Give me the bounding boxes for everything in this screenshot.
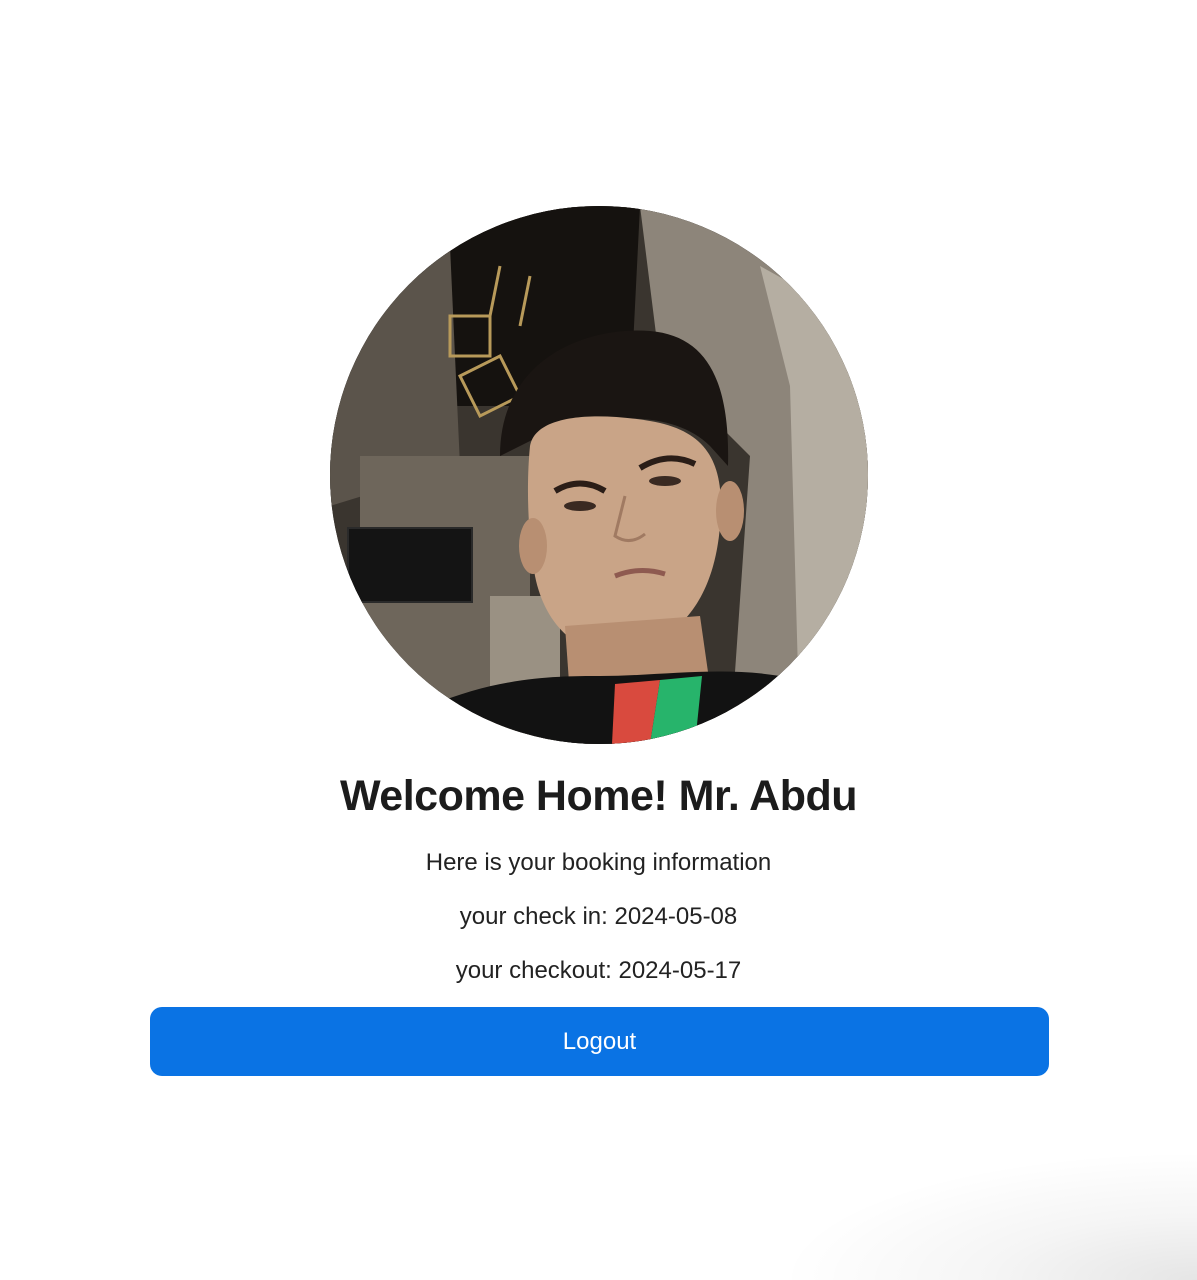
profile-page: Welcome Home! Mr. Abdu Here is your book… xyxy=(0,0,1197,1280)
booking-intro-text: Here is your booking information xyxy=(425,849,772,876)
user-photo-avatar xyxy=(330,206,868,744)
page-title: Welcome Home! Mr. Abdu xyxy=(339,772,858,820)
corner-shadow-decoration xyxy=(777,1150,1197,1280)
logout-button[interactable]: Logout xyxy=(150,1007,1049,1076)
checkout-text: your checkout: 2024-05-17 xyxy=(455,957,742,984)
check-in-text: your check in: 2024-05-08 xyxy=(459,903,738,930)
avatar xyxy=(330,206,868,744)
